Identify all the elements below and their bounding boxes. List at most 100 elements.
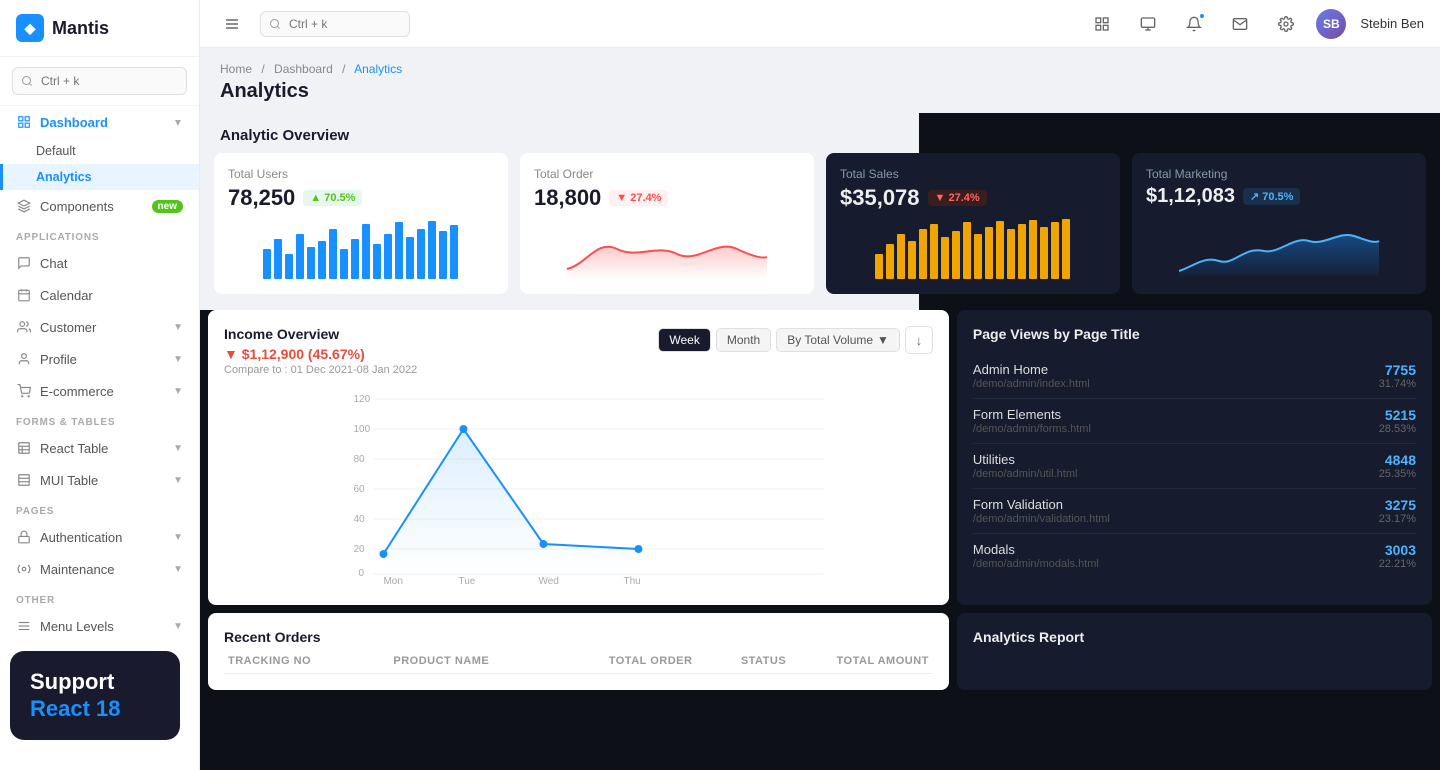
sidebar-item-ecommerce[interactable]: E-commerce ▼ xyxy=(0,375,199,407)
stat-badge-total-users: ▲ 70.5% xyxy=(303,190,362,206)
analytics-report-title: Analytics Report xyxy=(973,629,1416,645)
notification-badge xyxy=(1198,12,1206,20)
sidebar-item-profile[interactable]: Profile ▼ xyxy=(0,343,199,375)
sidebar-search-container xyxy=(0,57,199,106)
week-button[interactable]: Week xyxy=(658,328,710,352)
chevron-down-icon-5: ▼ xyxy=(173,475,183,486)
sidebar-item-chat-label: Chat xyxy=(40,256,67,271)
chevron-down-icon-8: ▼ xyxy=(173,621,183,632)
topnav: SB Stebin Ben xyxy=(200,0,1440,48)
bar-chart-total-users xyxy=(228,219,494,279)
auth-icon xyxy=(16,529,32,545)
income-value: ▼ $1,12,900 (45.67%) xyxy=(224,346,417,362)
sidebar-item-menu-levels-label: Menu Levels xyxy=(40,619,114,634)
calendar-icon xyxy=(16,287,32,303)
income-overview-card: Income Overview ▼ $1,12,900 (45.67%) Com… xyxy=(208,310,949,605)
stat-card-total-order: Total Order 18,800 ▼ 27.4% xyxy=(520,153,814,294)
svg-text:0: 0 xyxy=(358,568,364,579)
sidebar-item-menu-levels[interactable]: Menu Levels ▼ xyxy=(0,610,199,642)
grid-view-button[interactable] xyxy=(1086,8,1118,40)
support-card-line2: React 18 xyxy=(30,696,160,722)
sidebar-subitem-default[interactable]: Default xyxy=(0,138,199,164)
user-name-label[interactable]: Stebin Ben xyxy=(1360,16,1424,31)
sidebar-section-applications: Applications xyxy=(0,222,199,247)
global-search-input[interactable] xyxy=(260,11,410,37)
recent-orders-header: Tracking No Product Name Total Order Sta… xyxy=(224,655,933,674)
chevron-down-icon-4: ▼ xyxy=(173,443,183,454)
income-section-title: Income Overview xyxy=(224,326,417,342)
stat-card-total-sales: Total Sales $35,078 ▼ 27.4% xyxy=(826,153,1120,294)
sidebar-subitem-analytics[interactable]: Analytics xyxy=(0,164,199,190)
sidebar-item-chat[interactable]: Chat xyxy=(0,247,199,279)
dashboard-icon xyxy=(16,114,32,130)
ecommerce-icon xyxy=(16,383,32,399)
customer-icon xyxy=(16,319,32,335)
logo-icon: ◆ xyxy=(16,14,44,42)
stat-badge-total-order: ▼ 27.4% xyxy=(609,190,668,206)
support-react18-card[interactable]: Support React 18 xyxy=(10,651,180,740)
svg-text:Tue: Tue xyxy=(458,576,475,584)
sidebar-logo[interactable]: ◆ Mantis xyxy=(0,0,199,57)
volume-select[interactable]: By Total Volume ▼ xyxy=(776,328,900,352)
bar-chart-total-sales xyxy=(840,219,1106,279)
page-view-item-3: Utilities /demo/admin/util.html 4848 25.… xyxy=(973,444,1416,489)
mail-button[interactable] xyxy=(1224,8,1256,40)
sidebar-section-forms-tables: Forms & Tables xyxy=(0,407,199,432)
search-input[interactable] xyxy=(12,67,187,95)
month-button[interactable]: Month xyxy=(716,328,771,352)
profile-icon xyxy=(16,351,32,367)
stat-label-total-order: Total Order xyxy=(534,167,800,181)
app-layout: ◆ Mantis Dashboard ▲ Default Analytics xyxy=(0,0,1440,770)
sidebar-item-ecommerce-label: E-commerce xyxy=(40,384,114,399)
recent-orders-title: Recent Orders xyxy=(224,629,933,645)
notification-bell-button[interactable] xyxy=(1178,8,1210,40)
sidebar-item-components-label: Components xyxy=(40,199,114,214)
sidebar-item-customer[interactable]: Customer ▼ xyxy=(0,311,199,343)
settings-button[interactable] xyxy=(1270,8,1302,40)
svg-text:60: 60 xyxy=(353,484,365,495)
user-avatar[interactable]: SB xyxy=(1316,9,1346,39)
window-button[interactable] xyxy=(1132,8,1164,40)
analytic-overview-title: Analytic Overview xyxy=(220,127,349,144)
stat-value-total-sales: $35,078 xyxy=(840,185,920,211)
sidebar-item-dashboard[interactable]: Dashboard ▲ xyxy=(0,106,199,138)
svg-text:40: 40 xyxy=(353,514,365,525)
react-table-icon xyxy=(16,440,32,456)
sidebar-item-calendar-label: Calendar xyxy=(40,288,93,303)
mui-table-icon xyxy=(16,472,32,488)
chat-icon xyxy=(16,255,32,271)
sidebar-item-components[interactable]: Components new xyxy=(0,190,199,222)
income-compare: Compare to : 01 Dec 2021-08 Jan 2022 xyxy=(224,364,417,376)
sidebar-item-authentication[interactable]: Authentication ▼ xyxy=(0,521,199,553)
income-line-chart: 120 100 80 60 40 20 0 xyxy=(224,384,933,584)
chevron-down-icon: ▼ xyxy=(173,322,183,333)
sidebar-item-calendar[interactable]: Calendar xyxy=(0,279,199,311)
sidebar-item-mui-table[interactable]: MUI Table ▼ xyxy=(0,464,199,496)
support-card-line1: Support xyxy=(30,669,160,695)
page-views-card: Page Views by Page Title Admin Home /dem… xyxy=(957,310,1432,605)
logo-text: Mantis xyxy=(52,18,109,39)
sidebar-item-react-table[interactable]: React Table ▼ xyxy=(0,432,199,464)
full-content: Home / Dashboard / Analytics Analytics A… xyxy=(200,48,1440,770)
recent-orders-card: Recent Orders Tracking No Product Name T… xyxy=(208,613,949,690)
sidebar: ◆ Mantis Dashboard ▲ Default Analytics xyxy=(0,0,200,770)
sidebar-item-dashboard-label: Dashboard xyxy=(40,115,108,130)
stat-value-total-marketing: $1,12,083 xyxy=(1146,185,1235,208)
svg-text:100: 100 xyxy=(353,424,370,435)
sidebar-item-profile-label: Profile xyxy=(40,352,77,367)
page-view-item-1: Admin Home /demo/admin/index.html 7755 3… xyxy=(973,354,1416,399)
hamburger-button[interactable] xyxy=(216,8,248,40)
components-new-badge: new xyxy=(152,200,183,213)
chevron-down-icon-3: ▼ xyxy=(173,386,183,397)
page-views-title: Page Views by Page Title xyxy=(973,326,1416,342)
download-button[interactable]: ↓ xyxy=(905,326,933,354)
sidebar-item-customer-label: Customer xyxy=(40,320,96,335)
svg-text:80: 80 xyxy=(353,454,365,465)
sidebar-subitem-default-label: Default xyxy=(36,144,76,158)
sidebar-item-maintenance[interactable]: Maintenance ▼ xyxy=(0,553,199,585)
main-content: SB Stebin Ben Home / Dashboard / Analyti… xyxy=(200,0,1440,770)
stat-badge-total-marketing: ↗ 70.5% xyxy=(1243,188,1300,205)
stat-value-total-order: 18,800 xyxy=(534,185,601,211)
svg-text:Thu: Thu xyxy=(623,576,640,584)
analytics-report-card: Analytics Report xyxy=(957,613,1432,690)
